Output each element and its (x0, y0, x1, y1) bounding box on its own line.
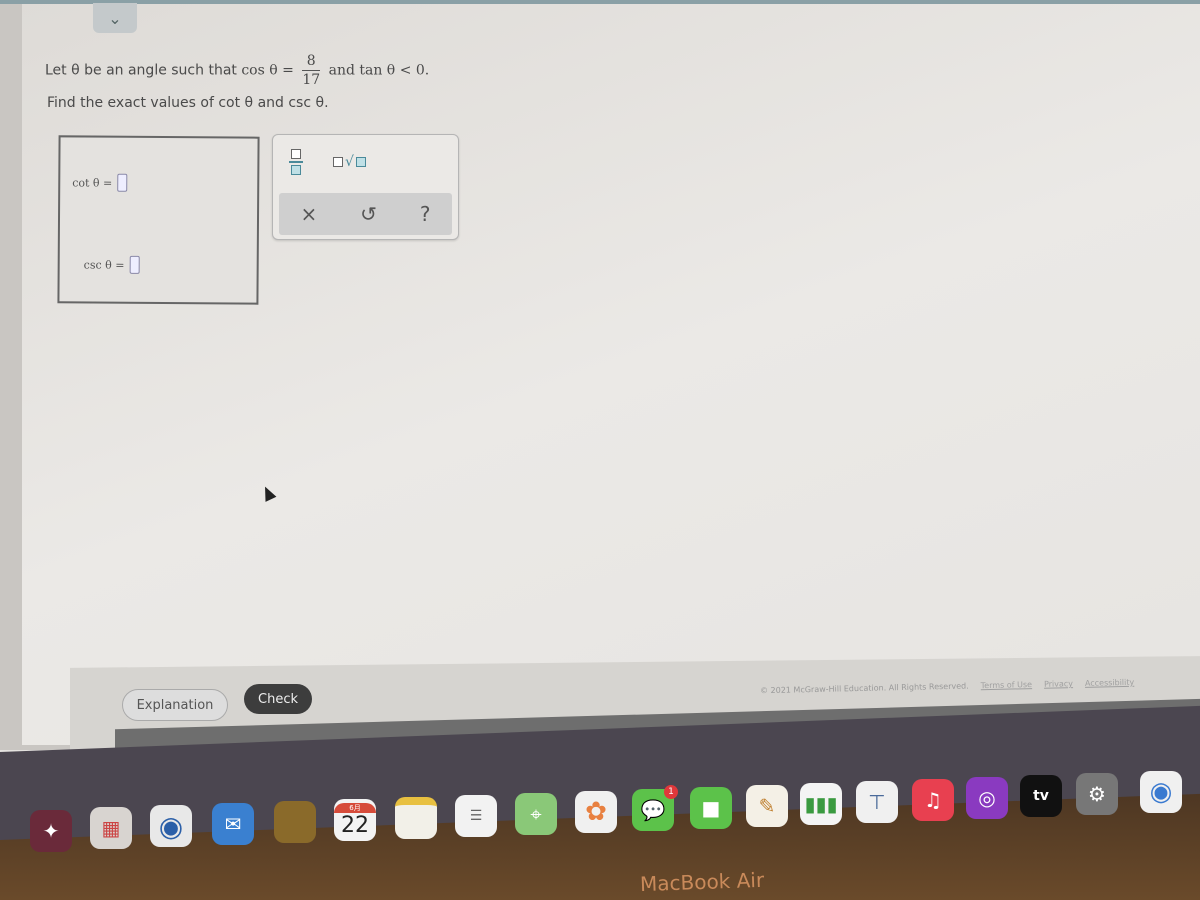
palette-actions: × ↺ ? (279, 193, 452, 235)
dock-music[interactable]: ♫ (912, 779, 954, 821)
chrome-icon: ◉ (1149, 777, 1173, 807)
calendar-day: 22 (341, 812, 369, 838)
clear-icon[interactable]: × (300, 202, 317, 226)
denominator: 17 (302, 72, 321, 88)
chevron-down-icon: ⌄ (108, 8, 122, 28)
numbers-chart-icon: ▮▮▮ (804, 792, 838, 816)
dock-tv[interactable]: tv (1020, 775, 1062, 817)
maps-icon: ⌖ (530, 802, 542, 826)
gear-icon: ⚙ (1088, 782, 1106, 806)
page (22, 0, 1200, 745)
dock-reminders[interactable]: ☰ (455, 795, 497, 837)
reminders-icon: ☰ (469, 808, 483, 824)
dock-mail[interactable]: ✉ (212, 803, 254, 845)
dock-messages[interactable]: 💬 1 (632, 785, 678, 831)
photo-booth-icon: ▦ (101, 816, 121, 840)
question-line-1: Let θ be an angle such that cos θ = 8 17… (45, 52, 429, 89)
dock-chrome[interactable]: ◉ (1140, 771, 1182, 813)
podcasts-icon: ◎ (978, 786, 996, 810)
dock-contacts[interactable] (274, 801, 316, 843)
dock-notes[interactable] (395, 797, 437, 839)
dock-system-preferences[interactable]: ⚙ (1076, 773, 1118, 815)
dock-icons: ✦ ▦ ◉ ✉ 6月 22 ☰ ⌖ ✿ 💬 1 ■ ✎ ▮▮▮ ⊤ ♫ ◎ tv… (0, 745, 1200, 852)
dock-keynote[interactable]: ⊤ (856, 781, 898, 823)
collapse-button[interactable]: ⌄ (93, 3, 137, 33)
dock-podcasts[interactable]: ◎ (966, 777, 1008, 819)
csc-answer-row: csc θ = (83, 255, 140, 274)
photos-flower-icon: ✿ (585, 797, 607, 827)
dock-launchpad[interactable]: ✦ (30, 810, 72, 852)
help-icon[interactable]: ? (420, 202, 431, 226)
top-border (0, 0, 1200, 4)
math-palette: √ × ↺ ? (272, 134, 459, 240)
music-note-icon: ♫ (924, 788, 942, 812)
messages-badge: 1 (664, 785, 678, 799)
explanation-button[interactable]: Explanation (122, 689, 228, 721)
device-label: MacBook Air (639, 867, 765, 897)
question-prefix: Let θ be an angle such that (45, 62, 242, 79)
question-suffix: and tan θ < 0. (328, 62, 430, 79)
undo-icon[interactable]: ↺ (360, 202, 377, 226)
calendar-month: 6月 (334, 802, 376, 813)
screen: ⌄ Let θ be an angle such that cos θ = 8 … (0, 0, 1200, 760)
cos-label: cos θ = (241, 62, 294, 79)
fraction: 8 17 (302, 52, 321, 89)
messages-bubble-icon: 💬 (640, 798, 666, 822)
dock-maps[interactable]: ⌖ (515, 793, 557, 835)
answer-box: cot θ = csc θ = (57, 135, 260, 305)
cot-label: cot θ = (72, 175, 113, 190)
cot-input[interactable] (117, 173, 128, 192)
dock-photo-booth[interactable]: ▦ (90, 807, 132, 849)
dock-facetime[interactable]: ■ (690, 787, 732, 829)
dock-safari[interactable]: ◉ (150, 805, 192, 847)
fraction-icon[interactable] (289, 149, 303, 175)
coefficient-sqrt-icon[interactable]: √ (333, 154, 366, 170)
privacy-link[interactable]: Privacy (1044, 679, 1073, 689)
apple-tv-icon: tv (1033, 788, 1049, 804)
dock-photos[interactable]: ✿ (575, 791, 617, 833)
check-button[interactable]: Check (244, 684, 312, 714)
keynote-podium-icon: ⊤ (868, 790, 886, 814)
pages-pen-icon: ✎ (758, 794, 776, 818)
question-line-2: Find the exact values of cot θ and csc θ… (47, 95, 329, 111)
dock-calendar[interactable]: 6月 22 (334, 799, 376, 841)
dock-numbers[interactable]: ▮▮▮ (800, 783, 842, 825)
terms-link[interactable]: Terms of Use (981, 680, 1033, 690)
numerator: 8 (302, 52, 321, 71)
safari-compass-icon: ◉ (158, 809, 184, 843)
mail-envelope-icon: ✉ (224, 812, 242, 836)
launchpad-icon: ✦ (42, 819, 60, 843)
dock-pages[interactable]: ✎ (746, 785, 788, 827)
accessibility-link[interactable]: Accessibility (1085, 678, 1134, 688)
cot-answer-row: cot θ = (72, 173, 128, 192)
csc-input[interactable] (129, 255, 140, 274)
facetime-camera-icon: ■ (701, 796, 721, 820)
csc-label: csc θ = (83, 257, 125, 272)
